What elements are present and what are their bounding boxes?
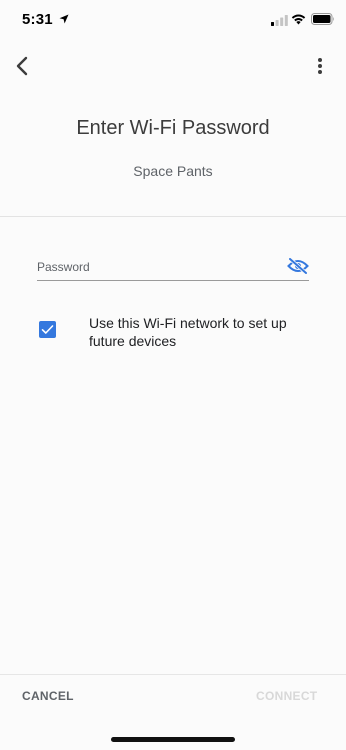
connect-button[interactable]: CONNECT xyxy=(256,689,317,703)
password-field xyxy=(37,250,309,282)
chevron-left-icon xyxy=(16,56,28,76)
back-button[interactable] xyxy=(8,52,36,80)
page-title: Enter Wi-Fi Password xyxy=(76,117,270,139)
network-name: Space Pants xyxy=(133,163,213,179)
cellular-signal-icon xyxy=(271,15,288,26)
battery-icon xyxy=(311,13,334,25)
bottom-divider xyxy=(0,674,346,675)
location-arrow-icon xyxy=(59,14,69,24)
visibility-off-icon xyxy=(287,258,309,274)
status-bar: 5:31 xyxy=(0,0,346,44)
cancel-button[interactable]: CANCEL xyxy=(22,689,74,703)
remember-network-label: Use this Wi-Fi network to set up future … xyxy=(89,315,287,349)
check-icon xyxy=(41,325,54,334)
home-indicator xyxy=(111,737,235,742)
remember-network-checkbox[interactable] xyxy=(39,321,56,338)
more-vert-icon xyxy=(318,58,322,74)
screen: 5:31 Enter Wi-Fi Password Space Pants Us… xyxy=(0,0,346,750)
wifi-icon xyxy=(291,14,306,25)
more-options-button[interactable] xyxy=(308,52,332,80)
divider xyxy=(0,216,346,217)
visibility-toggle-button[interactable] xyxy=(286,256,310,276)
password-underline xyxy=(37,280,309,281)
status-time: 5:31 xyxy=(22,11,53,28)
password-input[interactable] xyxy=(37,258,277,276)
remember-network-row: Use this Wi-Fi network to set up future … xyxy=(39,312,319,352)
